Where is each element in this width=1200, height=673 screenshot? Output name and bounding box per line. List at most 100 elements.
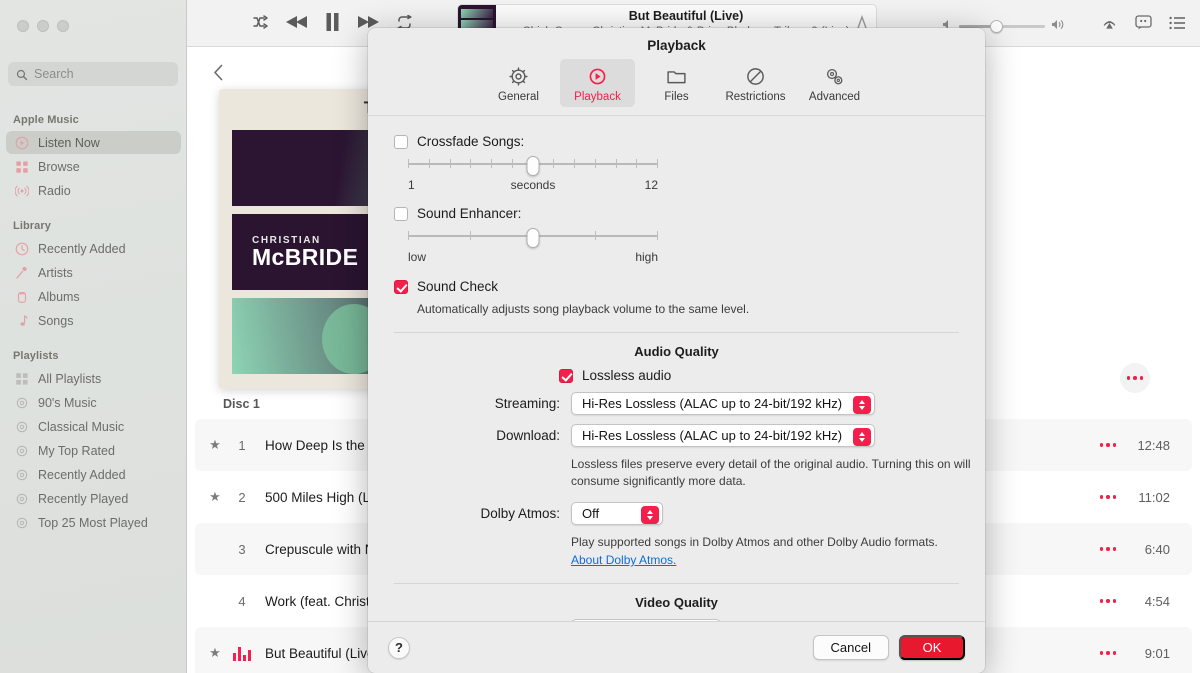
tab-playback[interactable]: Playback xyxy=(560,59,635,107)
lossless-audio-row[interactable]: Lossless audio xyxy=(559,368,959,383)
tab-files[interactable]: Files xyxy=(639,59,714,107)
help-button[interactable]: ? xyxy=(388,636,410,659)
audio-download-select[interactable]: Hi-Res Lossless (ALAC up to 24-bit/192 k… xyxy=(571,424,876,448)
gear-playlist-icon xyxy=(15,492,29,506)
crossfade-unit-label: seconds xyxy=(510,178,556,192)
track-duration: 12:48 xyxy=(1137,437,1170,453)
sidebar-item-classical-music[interactable]: Classical Music xyxy=(6,415,181,438)
sidebar-sections: Apple Music Listen Now Browse Radio Library R… xyxy=(0,96,187,535)
about-dolby-atmos-link[interactable]: About Dolby Atmos. xyxy=(571,553,676,567)
track-more-options-button[interactable] xyxy=(1099,495,1116,499)
track-more-options-button[interactable] xyxy=(1099,651,1116,655)
gear-playlist-icon xyxy=(15,420,29,434)
sidebar-item-recently-added[interactable]: Recently Added xyxy=(6,463,181,486)
sidebar-item-radio[interactable]: Radio xyxy=(6,179,181,202)
sidebar-item-artists[interactable]: Artists xyxy=(6,261,181,284)
track-favorite-star-icon[interactable]: ★ xyxy=(203,437,227,453)
sidebar-item-recently-played[interactable]: Recently Played xyxy=(6,487,181,510)
sidebar-item-label: Recently Played xyxy=(38,491,129,506)
minimize-window-button[interactable] xyxy=(37,20,49,32)
airplay-icon[interactable] xyxy=(1101,14,1118,36)
sidebar-item-top-25-most-played[interactable]: Top 25 Most Played xyxy=(6,511,181,534)
ok-button[interactable]: OK xyxy=(899,635,965,660)
crossfade-songs-row[interactable]: Crossfade Songs: xyxy=(394,134,959,149)
sound-enhancer-max-label: high xyxy=(635,250,658,264)
music-note-icon xyxy=(15,314,29,328)
audio-streaming-select[interactable]: Hi-Res Lossless (ALAC up to 24-bit/192 k… xyxy=(571,392,876,416)
sidebar-item-all-playlists[interactable]: All Playlists xyxy=(6,367,181,390)
pause-icon[interactable] xyxy=(325,13,340,31)
sidebar-item-label: Classical Music xyxy=(38,419,125,434)
gear-playlist-icon xyxy=(15,468,29,482)
now-playing-equalizer-icon xyxy=(227,646,257,661)
shuffle-icon[interactable] xyxy=(253,15,269,29)
search-input[interactable] xyxy=(34,67,170,81)
crossfade-slider[interactable] xyxy=(408,156,658,176)
window-traffic-lights xyxy=(17,20,69,32)
video-streaming-select[interactable]: Best (Up to 4K) xyxy=(571,619,721,621)
sidebar-item-label: Listen Now xyxy=(38,135,100,150)
album-icon xyxy=(15,290,29,304)
dolby-atmos-hint: Play supported songs in Dolby Atmos and … xyxy=(571,535,938,550)
chevron-updown-icon xyxy=(853,427,872,446)
crossfade-songs-checkbox[interactable] xyxy=(394,134,408,149)
sidebar-item-recently-added[interactable]: Recently Added xyxy=(6,237,181,260)
sidebar-section-header: Apple Music xyxy=(13,114,79,126)
sound-enhancer-checkbox[interactable] xyxy=(394,206,408,221)
rewind-icon[interactable] xyxy=(285,14,309,30)
track-duration: 4:54 xyxy=(1144,593,1170,609)
audio-streaming-value: Hi-Res Lossless (ALAC up to 24-bit/192 k… xyxy=(582,396,843,412)
close-window-button[interactable] xyxy=(17,20,29,32)
apple-music-window: Apple Music Listen Now Browse Radio Library R… xyxy=(0,0,1200,673)
lossless-hint: Lossless files preserve every detail of … xyxy=(571,457,971,489)
crossfade-min-label: 1 xyxy=(408,178,415,192)
sound-enhancer-slider[interactable] xyxy=(408,228,658,248)
sidebar-item-90-s-music[interactable]: 90's Music xyxy=(6,391,181,414)
volume-slider-thumb[interactable] xyxy=(990,19,1004,33)
sidebar-item-label: Browse xyxy=(38,159,80,174)
preferences-tab-bar: General Playback Files Restrictions Advanced xyxy=(368,57,985,116)
sound-check-checkbox[interactable] xyxy=(394,279,408,294)
sound-enhancer-min-label: low xyxy=(408,250,427,264)
track-favorite-star-icon[interactable]: ★ xyxy=(203,645,227,661)
track-favorite-star-icon[interactable]: ★ xyxy=(203,489,227,505)
track-more-options-button[interactable] xyxy=(1099,599,1116,603)
sidebar-item-label: Songs xyxy=(38,313,74,328)
maximize-window-button[interactable] xyxy=(57,20,69,32)
list-icon[interactable] xyxy=(1169,16,1186,35)
sidebar-item-label: My Top Rated xyxy=(38,443,115,458)
lossless-audio-checkbox[interactable] xyxy=(559,368,573,383)
crossfade-slider-thumb[interactable] xyxy=(526,156,540,176)
tab-advanced[interactable]: Advanced xyxy=(797,59,872,107)
sound-enhancer-row[interactable]: Sound Enhancer: xyxy=(394,206,959,221)
playback-preferences-dialog: Playback General Playback Files Restriction… xyxy=(368,28,985,673)
sidebar-item-label: Albums xyxy=(38,289,80,304)
dolby-atmos-label: Dolby Atmos: xyxy=(480,506,560,522)
tab-label: General xyxy=(498,91,539,103)
sidebar-item-label: All Playlists xyxy=(38,371,102,386)
tab-general[interactable]: General xyxy=(481,59,556,107)
sidebar-item-label: Artists xyxy=(38,265,73,280)
sidebar-item-browse[interactable]: Browse xyxy=(6,155,181,178)
audio-download-value: Hi-Res Lossless (ALAC up to 24-bit/192 k… xyxy=(582,428,843,444)
volume-high-icon xyxy=(1051,17,1065,35)
sound-enhancer-slider-thumb[interactable] xyxy=(526,228,540,248)
cancel-button[interactable]: Cancel xyxy=(812,635,889,660)
track-more-options-button[interactable] xyxy=(1099,443,1116,447)
sidebar-item-songs[interactable]: Songs xyxy=(6,309,181,332)
folder-icon xyxy=(666,64,687,88)
back-button[interactable] xyxy=(213,64,224,86)
dialog-body: Crossfade Songs: 1 seconds 12 Sound Enha… xyxy=(368,116,985,621)
sound-check-row[interactable]: Sound Check xyxy=(394,279,959,294)
tab-restrictions[interactable]: Restrictions xyxy=(718,59,793,107)
sidebar-item-listen-now[interactable]: Listen Now xyxy=(6,131,181,154)
search-box[interactable] xyxy=(8,62,178,86)
sidebar-item-my-top-rated[interactable]: My Top Rated xyxy=(6,439,181,462)
sidebar-section-header: Playlists xyxy=(13,350,59,362)
track-number: 1 xyxy=(238,437,246,453)
speech-bubble-icon[interactable] xyxy=(1135,15,1152,35)
album-more-options-button[interactable] xyxy=(1120,363,1150,393)
dolby-atmos-select[interactable]: Off xyxy=(571,502,663,526)
sidebar-item-albums[interactable]: Albums xyxy=(6,285,181,308)
track-more-options-button[interactable] xyxy=(1099,547,1116,551)
